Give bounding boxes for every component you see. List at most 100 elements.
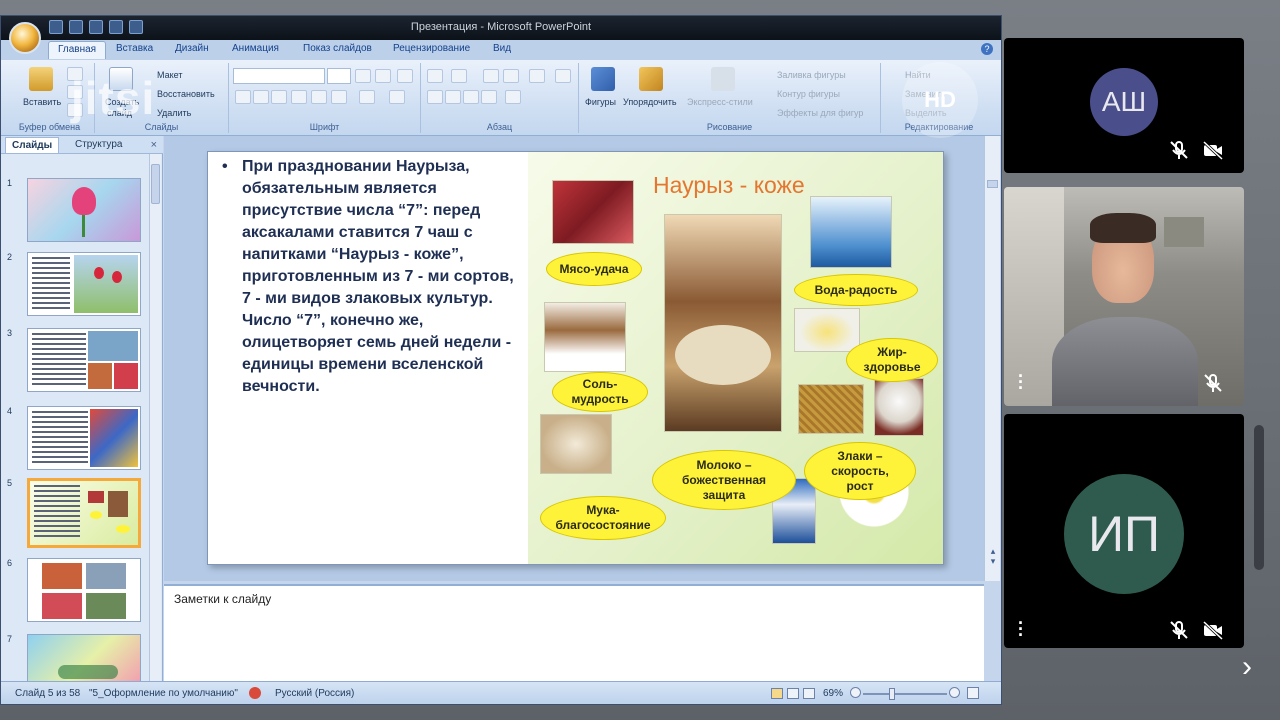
bold-icon[interactable] xyxy=(235,90,251,104)
butter-photo xyxy=(794,308,860,352)
columns-icon[interactable] xyxy=(505,90,521,104)
participant-tile-3[interactable]: ИП · · · xyxy=(1004,414,1244,648)
group-label-font: Шрифт xyxy=(309,122,340,132)
tab-design[interactable]: Дизайн xyxy=(175,43,209,54)
current-slide[interactable]: • При праздновании Наурыза, обязательным… xyxy=(207,151,944,565)
align-left-icon[interactable] xyxy=(427,90,443,104)
arrange-icon[interactable] xyxy=(639,67,663,91)
fit-to-window-icon[interactable] xyxy=(967,687,979,699)
slide-number: 5 xyxy=(7,478,13,488)
zoom-in-icon[interactable] xyxy=(949,687,960,698)
shapes-icon[interactable] xyxy=(591,67,615,91)
clear-format-icon[interactable] xyxy=(397,69,413,83)
spellcheck-icon[interactable] xyxy=(249,687,261,699)
slide-number: 4 xyxy=(7,406,13,416)
text-direction-icon[interactable] xyxy=(555,69,571,83)
tab-view[interactable]: Вид xyxy=(493,43,511,54)
slide-panel: Слайды Структура × 1 2 3 4 5 6 7 xyxy=(1,136,163,698)
underline-icon[interactable] xyxy=(271,90,287,104)
title-bar: Презентация - Microsoft PowerPoint xyxy=(1,16,1001,40)
tab-animation[interactable]: Анимация xyxy=(232,43,279,54)
tab-review[interactable]: Рецензирование xyxy=(393,43,470,54)
font-size-box[interactable] xyxy=(327,68,351,84)
quick-styles-icon[interactable] xyxy=(711,67,735,91)
paste-button-label[interactable]: Вставить xyxy=(23,97,61,107)
salt-photo xyxy=(544,302,626,372)
numbering-icon[interactable] xyxy=(451,69,467,83)
tab-insert[interactable]: Вставка xyxy=(116,43,153,54)
reset-button[interactable]: Восстановить xyxy=(157,89,215,99)
decrease-indent-icon[interactable] xyxy=(483,69,499,83)
italic-icon[interactable] xyxy=(253,90,269,104)
spacing-icon[interactable] xyxy=(331,90,347,104)
participant-hair xyxy=(1090,213,1156,243)
participant-tile-2[interactable]: · · · xyxy=(1004,187,1244,406)
bubble-grain: Злаки – скорость, рост xyxy=(804,442,916,500)
shape-effects-button[interactable]: Эффекты для фигур xyxy=(777,108,863,118)
participant-avatar: АШ xyxy=(1090,68,1158,136)
tab-home[interactable]: Главная xyxy=(48,41,107,59)
bubble-fat: Жир-здоровье xyxy=(846,338,938,382)
line-spacing-icon[interactable] xyxy=(529,69,545,83)
quick-styles-button[interactable]: Экспресс-стили xyxy=(687,97,753,107)
slide-number: 2 xyxy=(7,252,13,262)
change-case-icon[interactable] xyxy=(359,90,375,104)
mic-muted-icon xyxy=(1170,141,1188,159)
notes-pane[interactable]: Заметки к слайду xyxy=(164,584,984,681)
bubble-meat: Мясо-удача xyxy=(546,252,642,286)
slide-text-box[interactable]: • При праздновании Наурыза, обязательным… xyxy=(222,156,522,398)
zoom-out-icon[interactable] xyxy=(850,687,861,698)
strikethrough-icon[interactable] xyxy=(291,90,307,104)
slide-panel-scrollbar[interactable] xyxy=(149,154,161,681)
hd-quality-badge[interactable]: HD xyxy=(902,62,978,138)
prev-next-slide-icon[interactable]: ▴ ▾ xyxy=(988,546,998,568)
desktop-stage: Презентация - Microsoft PowerPoint Главн… xyxy=(0,0,1280,720)
editor-vertical-scrollbar[interactable]: ▴ ▾ xyxy=(984,136,1000,581)
participant-avatar: ИП xyxy=(1064,474,1184,594)
group-label-drawing: Рисование xyxy=(706,122,753,132)
grain-photo xyxy=(798,384,864,434)
more-options-icon[interactable]: · · · xyxy=(1018,614,1024,644)
chevron-right-icon[interactable]: › xyxy=(1242,650,1252,684)
slide-editor: • При праздновании Наурыза, обязательным… xyxy=(164,136,984,581)
tab-outline[interactable]: Структура xyxy=(75,139,122,150)
office-button[interactable] xyxy=(9,22,41,54)
font-color-icon[interactable] xyxy=(389,90,405,104)
zoom-slider-knob[interactable] xyxy=(889,688,895,700)
increase-indent-icon[interactable] xyxy=(503,69,519,83)
align-center-icon[interactable] xyxy=(445,90,461,104)
shape-fill-button[interactable]: Заливка фигуры xyxy=(777,70,846,80)
scrollbar-thumb[interactable] xyxy=(987,180,998,188)
more-options-icon[interactable]: · · · xyxy=(1018,367,1024,397)
paste-icon[interactable] xyxy=(29,67,53,91)
zoom-slider-track[interactable] xyxy=(863,693,947,695)
scrollbar-thumb[interactable] xyxy=(151,164,160,204)
bubble-salt: Соль-мудрость xyxy=(552,372,648,412)
normal-view-icon[interactable] xyxy=(771,688,783,699)
bullet-marker: • xyxy=(222,158,228,175)
mic-muted-icon xyxy=(1170,621,1188,639)
shapes-button[interactable]: Фигуры xyxy=(585,97,616,107)
filmstrip-scrollbar[interactable] xyxy=(1254,425,1264,570)
shape-outline-button[interactable]: Контур фигуры xyxy=(777,89,840,99)
tab-slides[interactable]: Слайды xyxy=(5,137,60,153)
arrange-button[interactable]: Упорядочить xyxy=(623,97,677,107)
help-icon[interactable]: ? xyxy=(981,43,993,55)
group-label-paragraph: Абзац xyxy=(486,122,513,132)
shrink-font-icon[interactable] xyxy=(375,69,391,83)
slide-sorter-icon[interactable] xyxy=(787,688,799,699)
align-right-icon[interactable] xyxy=(463,90,479,104)
slideshow-view-icon[interactable] xyxy=(803,688,815,699)
language-indicator[interactable]: Русский (Россия) xyxy=(275,688,354,699)
shadow-icon[interactable] xyxy=(311,90,327,104)
justify-icon[interactable] xyxy=(481,90,497,104)
font-name-box[interactable] xyxy=(233,68,325,84)
grow-font-icon[interactable] xyxy=(355,69,371,83)
bullets-icon[interactable] xyxy=(427,69,443,83)
participant-tile-1[interactable]: АШ xyxy=(1004,38,1244,173)
zoom-level[interactable]: 69% xyxy=(823,688,843,699)
layout-button[interactable]: Макет xyxy=(157,70,182,80)
delete-slide-button[interactable]: Удалить xyxy=(157,108,191,118)
close-panel-icon[interactable]: × xyxy=(151,139,157,151)
tab-slideshow[interactable]: Показ слайдов xyxy=(303,43,372,54)
